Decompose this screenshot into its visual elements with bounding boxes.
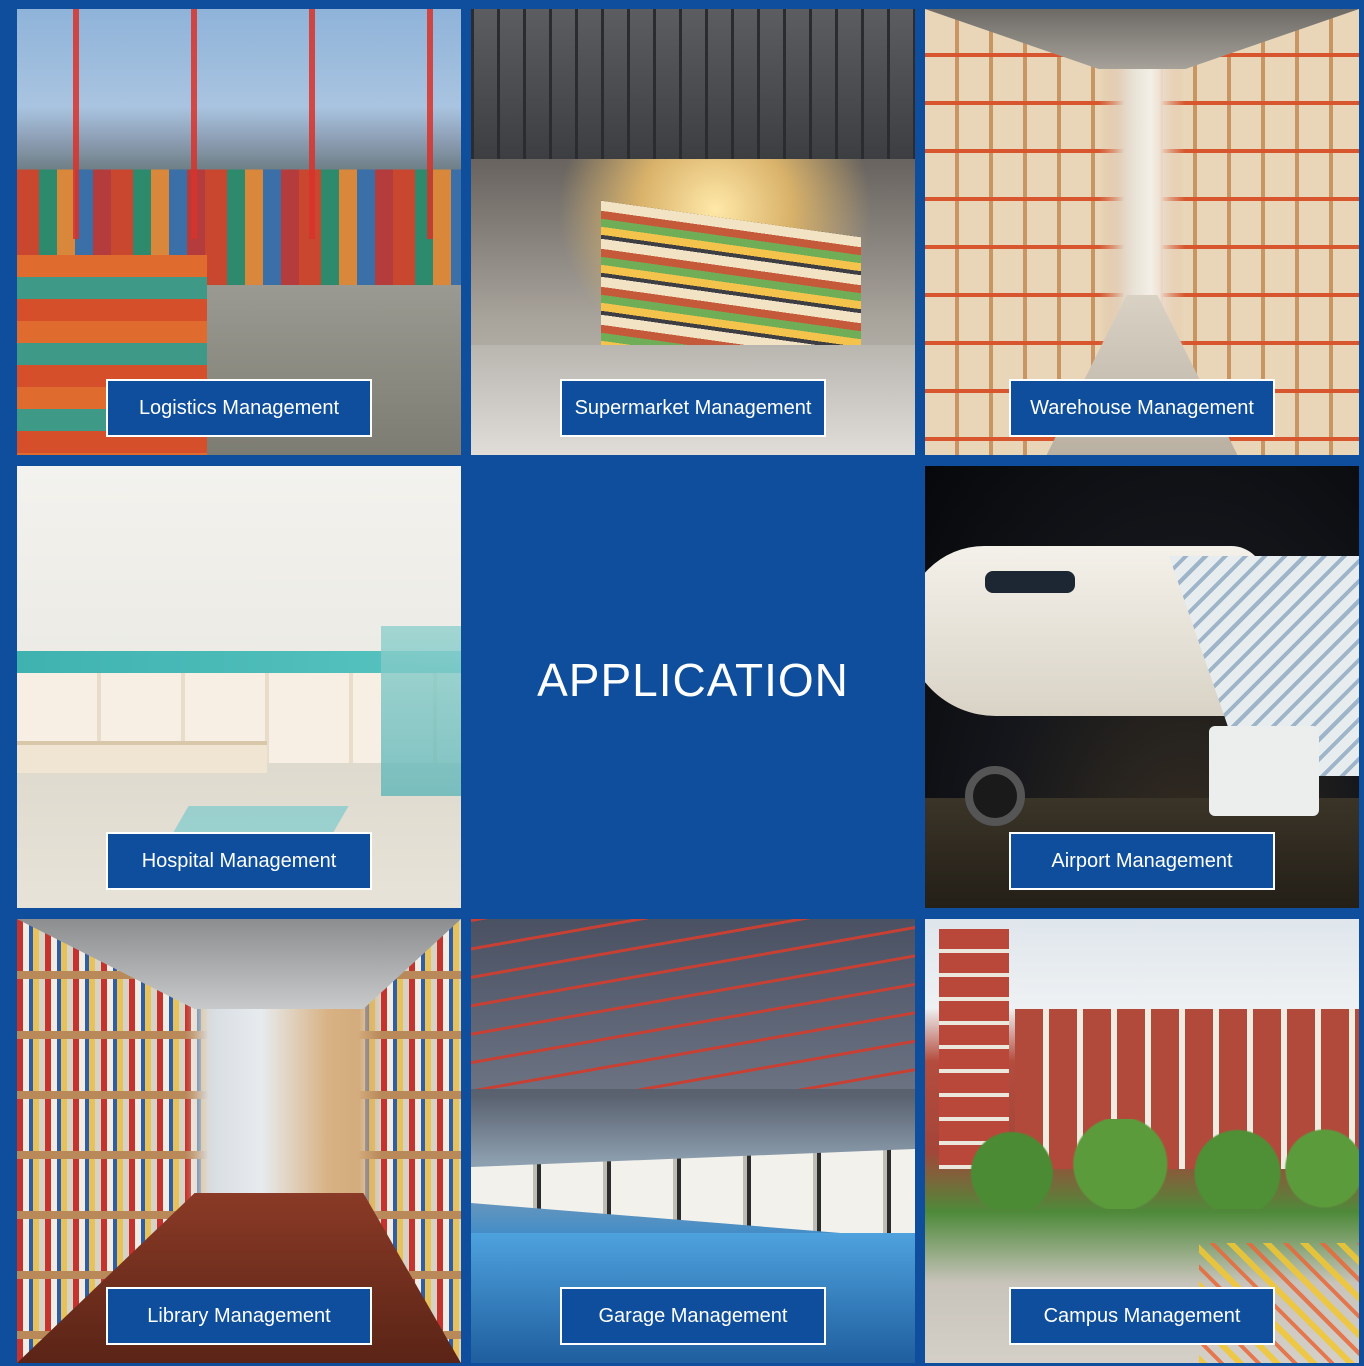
tile-library[interactable]: Library Management — [14, 916, 464, 1366]
tile-airport[interactable]: Airport Management — [922, 463, 1362, 911]
crane-graphic — [17, 9, 461, 239]
hospital-label[interactable]: Hospital Management — [106, 832, 372, 890]
tile-supermarket[interactable]: Supermarket Management — [468, 6, 918, 458]
airplane-cockpit — [985, 571, 1075, 593]
campus-label[interactable]: Campus Management — [1009, 1287, 1275, 1345]
library-label[interactable]: Library Management — [106, 1287, 372, 1345]
warehouse-label[interactable]: Warehouse Management — [1009, 379, 1275, 437]
campus-trees — [925, 1119, 1359, 1209]
tug-wheel — [965, 766, 1025, 826]
supermarket-label[interactable]: Supermarket Management — [560, 379, 826, 437]
parked-cars — [471, 1149, 915, 1239]
tile-garage[interactable]: Garage Management — [468, 916, 918, 1366]
tile-logistics[interactable]: Logistics Management — [14, 6, 464, 458]
garage-label[interactable]: Garage Management — [560, 1287, 826, 1345]
application-grid: Logistics Management Supermarket Managem… — [0, 0, 1364, 1366]
application-title-tile: APPLICATION — [468, 463, 918, 911]
glass-partition — [381, 626, 461, 796]
service-truck — [1209, 726, 1319, 816]
reception-desk — [17, 741, 267, 773]
garage-roof — [471, 919, 915, 1089]
store-ceiling — [471, 9, 915, 159]
tile-hospital[interactable]: Hospital Management — [14, 463, 464, 911]
page-title: APPLICATION — [537, 654, 849, 706]
tile-warehouse[interactable]: Warehouse Management — [922, 6, 1362, 458]
logistics-label[interactable]: Logistics Management — [106, 379, 372, 437]
tile-campus[interactable]: Campus Management — [922, 916, 1362, 1366]
airport-label[interactable]: Airport Management — [1009, 832, 1275, 890]
